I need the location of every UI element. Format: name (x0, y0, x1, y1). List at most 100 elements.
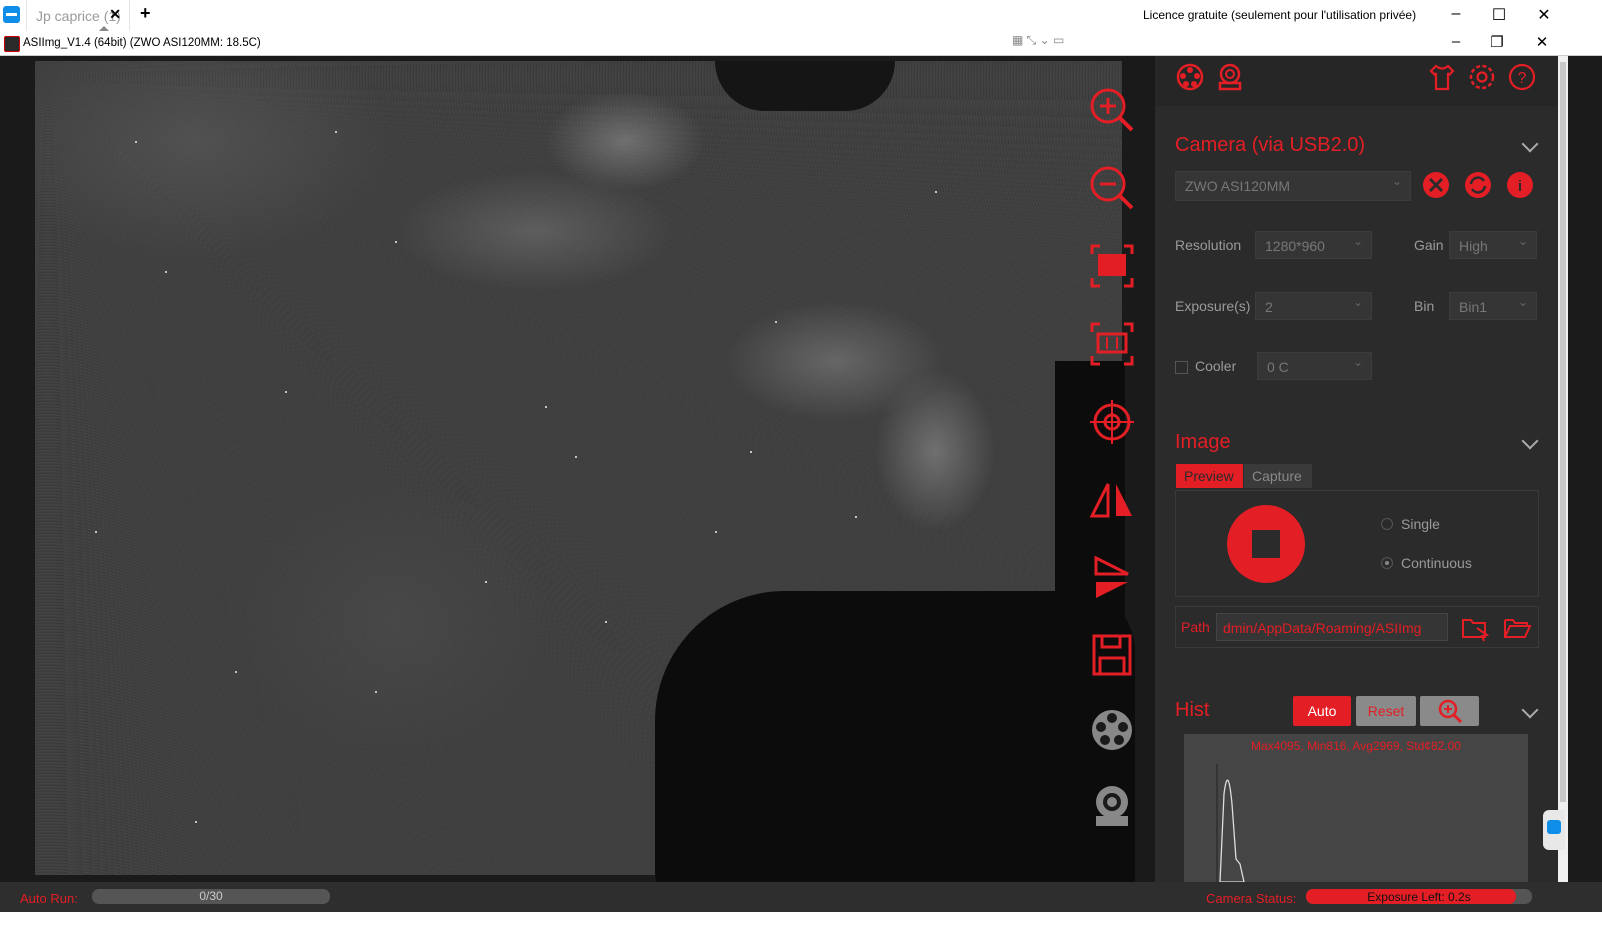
cooler-spinbox[interactable]: 0 C (1257, 352, 1372, 380)
exposure-select[interactable]: 2 (1255, 292, 1372, 320)
remote-control-toolbar[interactable]: ▦ ⤡ ⌄ ▭ (1012, 33, 1064, 48)
star (95, 531, 97, 533)
session-tab[interactable]: Jp caprice (1) ✕ (26, 0, 130, 31)
app-title: ASIImg_V1.4 (64bit) (ZWO ASI120MM: 18.5C… (23, 37, 261, 49)
flip-vertical-icon[interactable] (1088, 554, 1136, 602)
hist-zoom-icon (1438, 699, 1462, 724)
gain-select[interactable]: High (1449, 231, 1537, 259)
star (935, 191, 937, 193)
save-icon[interactable] (1088, 632, 1136, 680)
star (375, 691, 377, 693)
auto-run-progress: 0/30 (92, 889, 330, 904)
cooler-label: Cooler (1195, 358, 1237, 374)
filter-wheel-tab-icon[interactable] (1175, 62, 1205, 92)
tab-capture[interactable]: Capture (1244, 464, 1312, 488)
cooler-checkbox[interactable] (1175, 361, 1188, 374)
single-radio[interactable] (1381, 518, 1393, 530)
zoom-out-icon[interactable] (1088, 164, 1136, 212)
panel-header: ? (1155, 56, 1558, 106)
camera-device-select[interactable]: ZWO ASI120MM (1175, 171, 1411, 201)
panel-scrollbar[interactable] (1558, 56, 1568, 882)
refresh-icon[interactable] (1463, 170, 1493, 200)
gear-icon[interactable] (1467, 62, 1497, 92)
app-restore-button[interactable]: ❐ (1485, 33, 1509, 51)
star (395, 241, 397, 243)
new-tab-button[interactable]: + (140, 3, 151, 24)
star (715, 531, 717, 533)
exposure-progress: Exposure Left: 0.2s (1306, 889, 1532, 904)
star (285, 391, 287, 393)
preview-controls-box: Single Continuous (1175, 490, 1539, 597)
svg-text:?: ? (1518, 70, 1527, 87)
star (545, 406, 547, 408)
auto-run-progress-text: 0/30 (199, 889, 223, 903)
path-label: Path (1181, 619, 1210, 635)
histogram: Max4095, Min816, Avg2969, Std¢82.00 (1184, 734, 1528, 882)
hist-auto-button[interactable]: Auto (1293, 696, 1351, 726)
app-minimize-button[interactable]: – (1444, 33, 1468, 50)
window-close-button[interactable]: ✕ (1532, 5, 1556, 25)
resolution-label: Resolution (1175, 237, 1242, 253)
app-close-button[interactable]: ✕ (1530, 33, 1554, 51)
path-row: Path dmin/AppData/Roaming/ASIImg (1175, 606, 1539, 648)
hist-collapse-chevron-icon[interactable] (1521, 701, 1539, 719)
remote-session-tabbar: Jp caprice (1) ✕ + Licence gratuite (seu… (0, 0, 1602, 32)
camera-collapse-chevron-icon[interactable] (1521, 135, 1539, 153)
resolution-select[interactable]: 1280*960 (1255, 231, 1372, 259)
teamviewer-logo-icon (3, 6, 20, 23)
stop-preview-button[interactable] (1226, 504, 1306, 584)
image-viewport[interactable] (0, 56, 1155, 911)
auto-run-label: Auto Run: (20, 891, 78, 906)
tab-preview[interactable]: Preview (1176, 464, 1243, 488)
continuous-label: Continuous (1401, 555, 1472, 571)
exposure-label: Exposure(s) (1175, 298, 1251, 314)
exposure-left-text: Exposure Left: 0.2s (1367, 890, 1471, 904)
scrollbar-thumb[interactable] (1560, 62, 1566, 802)
choose-folder-icon[interactable] (1460, 613, 1490, 643)
app-icon (4, 36, 20, 52)
image-collapse-chevron-icon[interactable] (1521, 432, 1539, 450)
zoom-in-icon[interactable] (1088, 86, 1136, 134)
teamviewer-side-panel-icon[interactable] (1543, 810, 1565, 850)
control-panel: ? Camera (via USB2.0) ZWO ASI120MM i Res… (1155, 56, 1558, 882)
session-tab-label: Jp caprice (1) (36, 8, 121, 24)
bin-select[interactable]: Bin1 (1449, 292, 1537, 320)
gain-label: Gain (1414, 237, 1444, 253)
fit-screen-icon[interactable] (1088, 242, 1136, 290)
crosshair-icon[interactable] (1088, 398, 1136, 446)
hist-zoom-button[interactable] (1420, 696, 1479, 726)
star (135, 141, 137, 143)
star (235, 671, 237, 673)
camera-status-label: Camera Status: (1206, 891, 1297, 906)
bin-label: Bin (1414, 298, 1435, 314)
actual-size-icon[interactable] (1088, 320, 1136, 368)
skin-icon[interactable] (1427, 62, 1457, 92)
histogram-plot (1216, 764, 1245, 882)
camera-section-title: Camera (via USB2.0) (1175, 134, 1366, 156)
camera-tab-icon[interactable] (1215, 62, 1245, 92)
star (605, 621, 607, 623)
camera-info-icon[interactable]: i (1505, 170, 1535, 200)
sky-image[interactable] (35, 61, 1135, 911)
session-tab-close-icon[interactable]: ✕ (109, 6, 121, 23)
camera-icon[interactable] (1088, 782, 1136, 830)
window-maximize-button[interactable]: ☐ (1487, 5, 1511, 25)
star (855, 516, 857, 518)
disconnect-icon[interactable] (1421, 170, 1451, 200)
star (335, 131, 337, 133)
flip-horizontal-icon[interactable] (1088, 476, 1136, 524)
filter-wheel-icon[interactable] (1088, 706, 1136, 754)
open-folder-icon[interactable] (1502, 613, 1532, 643)
path-input[interactable]: dmin/AppData/Roaming/ASIImg (1216, 613, 1448, 641)
star (165, 271, 167, 273)
continuous-radio[interactable] (1381, 557, 1393, 569)
window-bottom-edge (0, 912, 1602, 932)
hist-section-title: Hist (1175, 699, 1210, 721)
app-titlebar: ASIImg_V1.4 (64bit) (ZWO ASI120MM: 18.5C… (0, 31, 1602, 56)
help-icon[interactable]: ? (1507, 62, 1537, 92)
star (575, 456, 577, 458)
window-minimize-button[interactable]: – (1444, 5, 1468, 23)
hist-reset-button[interactable]: Reset (1356, 696, 1416, 726)
status-bar: Auto Run: 0/30 Camera Status: Exposure L… (0, 882, 1602, 912)
star (750, 451, 752, 453)
